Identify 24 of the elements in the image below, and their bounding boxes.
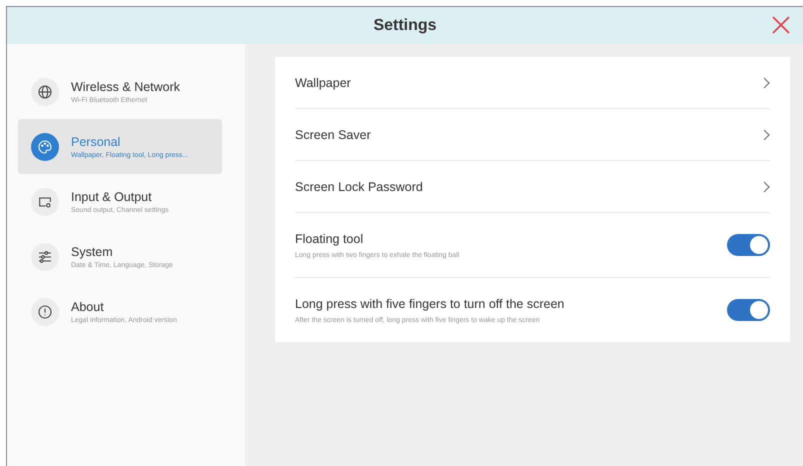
item-title: Wireless & Network: [71, 80, 180, 94]
row-title: Screen Saver: [295, 128, 371, 142]
row-title: Wallpaper: [295, 76, 351, 90]
settings-row[interactable]: Wallpaper: [295, 57, 770, 108]
chevron-right-icon: [762, 76, 770, 88]
exclamation-icon: [37, 304, 53, 320]
window-title: Settings: [373, 16, 437, 34]
toggle-switch[interactable]: [727, 234, 770, 256]
row-title: Long press with five fingers to turn off the screen: [295, 296, 564, 310]
item-title: System: [71, 244, 114, 258]
close-icon: [772, 16, 790, 34]
item-title: Personal: [71, 134, 122, 148]
palette-icon: [37, 138, 53, 154]
row-title: Floating tool: [295, 232, 364, 246]
settings-row[interactable]: Screen Lock Password: [295, 160, 770, 212]
chevron-right-icon: [762, 180, 770, 192]
globe-icon: [37, 84, 53, 100]
item-title: About: [71, 300, 105, 314]
settings-row[interactable]: Screen Saver: [295, 108, 770, 160]
chevron-right-icon: [762, 128, 770, 140]
item-title: Input & Output: [71, 190, 153, 204]
toggle-switch[interactable]: [727, 299, 770, 321]
sliders-icon: [37, 248, 53, 264]
row-title: Screen Lock Password: [295, 180, 423, 194]
